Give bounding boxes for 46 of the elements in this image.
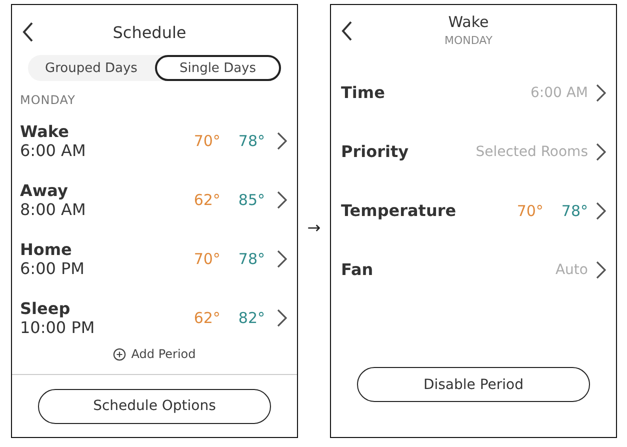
period-name[interactable]: Sleep <box>20 298 194 318</box>
chevron-icon[interactable] <box>596 142 606 160</box>
heat-setpoint: 62° <box>194 308 220 326</box>
period-time: 8:00 AM <box>20 200 87 218</box>
cool-setpoint: 78° <box>561 202 588 220</box>
period-time: 6:00 PM <box>20 258 86 278</box>
period-time: 10:00 PM <box>20 318 96 336</box>
heat-setpoint: 70° <box>194 132 220 150</box>
setting-label[interactable]: Fan <box>341 260 556 279</box>
heat-setpoint: 70° <box>194 250 220 268</box>
setting-value: 6:00 AM <box>530 84 588 100</box>
setting-label[interactable]: Time <box>341 83 530 102</box>
day-label: MONDAY <box>20 93 76 107</box>
chevron-icon[interactable] <box>596 202 606 220</box>
cool-setpoint: 78° <box>238 132 265 150</box>
chevron-icon[interactable] <box>277 308 287 326</box>
cool-setpoint: 85° <box>238 190 265 208</box>
setting-label[interactable]: Priority <box>341 142 476 161</box>
chevron-icon[interactable] <box>277 190 287 208</box>
cool-setpoint: 82° <box>238 308 265 326</box>
back-icon[interactable] <box>22 22 34 42</box>
period-name[interactable]: Away <box>20 180 194 200</box>
schedule-options-button[interactable]: Schedule Options <box>38 388 271 424</box>
heat-setpoint: 62° <box>194 190 220 208</box>
chevron-icon[interactable] <box>596 84 606 102</box>
screen-title: Schedule <box>112 22 188 42</box>
arrow-connector: → <box>306 218 322 237</box>
disable-period-button[interactable]: Disable Period <box>357 367 590 402</box>
plus-circle-icon[interactable] <box>113 348 126 360</box>
add-period-link[interactable]: Add Period <box>131 347 196 361</box>
chevron-icon[interactable] <box>277 132 287 150</box>
setting-value: Auto <box>555 262 588 278</box>
period-time: 6:00 AM <box>20 140 87 160</box>
chevron-icon[interactable] <box>596 260 606 278</box>
setting-label[interactable]: Temperature <box>341 201 517 220</box>
heat-setpoint: 70° <box>516 202 544 220</box>
screen-title: Wake <box>448 13 489 31</box>
tab[interactable]: Grouped Days <box>28 55 154 81</box>
period-name[interactable]: Wake <box>20 122 194 140</box>
day-label: MONDAY <box>444 34 493 47</box>
tab[interactable]: Single Days <box>154 55 281 81</box>
setting-value: Selected Rooms <box>476 144 588 160</box>
back-icon[interactable] <box>341 21 353 41</box>
chevron-icon[interactable] <box>277 250 287 268</box>
period-name[interactable]: Home <box>20 240 194 258</box>
cool-setpoint: 78° <box>238 250 265 268</box>
